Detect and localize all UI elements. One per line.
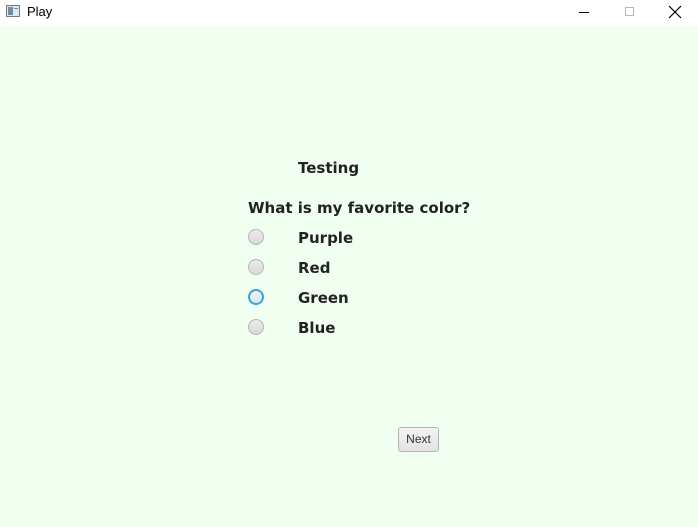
option-label-blue[interactable]: Blue	[298, 319, 335, 337]
option-label-purple[interactable]: Purple	[298, 229, 353, 247]
quiz-panel: Testing What is my favorite color? Purpl…	[0, 26, 698, 527]
close-button[interactable]	[652, 0, 698, 26]
radio-option-purple[interactable]	[248, 229, 264, 245]
radio-option-green[interactable]	[248, 289, 264, 305]
minimize-icon	[579, 12, 589, 13]
maximize-button[interactable]	[607, 0, 653, 26]
option-label-green[interactable]: Green	[298, 289, 349, 307]
radio-option-blue[interactable]	[248, 319, 264, 335]
question-text: What is my favorite color?	[248, 199, 471, 217]
quiz-heading: Testing	[298, 159, 360, 177]
minimize-button[interactable]	[562, 0, 608, 26]
next-button[interactable]: Next	[398, 427, 439, 452]
radio-option-red[interactable]	[248, 259, 264, 275]
window-title: Play	[27, 4, 53, 19]
close-icon	[668, 5, 682, 19]
option-label-red[interactable]: Red	[298, 259, 330, 277]
app-window: Play Testing What is my favorite color? …	[0, 0, 698, 527]
app-icon	[6, 5, 20, 17]
title-bar[interactable]: Play	[0, 0, 698, 26]
maximize-icon	[625, 7, 634, 16]
